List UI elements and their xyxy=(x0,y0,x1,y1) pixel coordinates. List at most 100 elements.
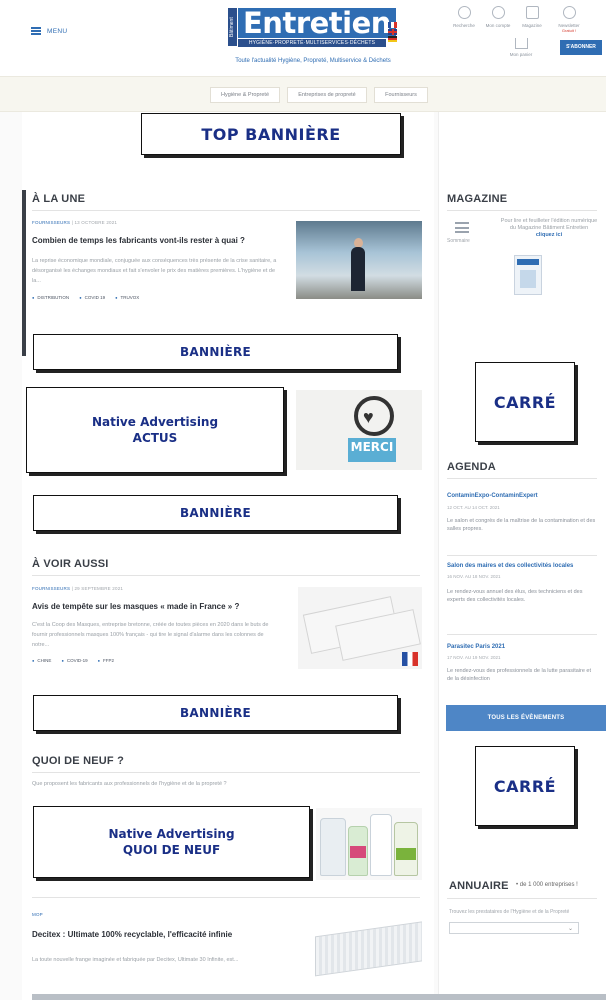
banner-label: BANNIÈRE xyxy=(179,506,252,520)
agenda-event-title[interactable]: Salon des maires et des collectivités lo… xyxy=(447,563,573,569)
article-image-masks[interactable] xyxy=(298,587,422,669)
account-button[interactable]: Mon compte xyxy=(482,6,514,28)
newsletter-button[interactable]: Newsletter Gratuit ! xyxy=(553,6,585,33)
article-headline[interactable]: Decitex : Ultimate 100% recyclable, l'ef… xyxy=(32,930,292,939)
sidebar-column xyxy=(438,112,606,1000)
search-label: Recherche xyxy=(453,23,475,28)
agenda-event-date: 12 OCT. AU 14 OCT. 2021 xyxy=(447,505,500,510)
magazine-button[interactable]: Magazine xyxy=(516,6,548,28)
section-divider xyxy=(32,210,420,211)
tab-entreprises-proprete[interactable]: Entreprises de propreté xyxy=(287,87,367,103)
article-date: 13 OCTOBRE 2021 xyxy=(74,220,118,225)
tag-link[interactable]: COVID-19 xyxy=(61,658,88,663)
tag-link[interactable]: TRUVOX xyxy=(115,295,140,300)
section-title-quoi-de-neuf: QUOI DE NEUF ? xyxy=(32,755,125,767)
menu-label: MENU xyxy=(47,27,68,35)
square-ad-label: CARRÉ xyxy=(493,776,557,796)
agenda-event-desc: Le rendez-vous des professionnels de la … xyxy=(447,668,592,682)
agenda-event-desc: Le salon et congrès de la maîtrise de la… xyxy=(447,518,596,532)
site-tagline: Toute l'actualité Hygiène, Propreté, Mul… xyxy=(235,58,391,64)
section-divider xyxy=(32,575,420,576)
article-image-laboratory[interactable] xyxy=(296,221,422,299)
site-logo[interactable]: Bâtiment Entretien HYGIÈNE·PROPRETÉ·MULT… xyxy=(228,8,398,58)
banner-placeholder[interactable]: BANNIÈRE xyxy=(33,334,398,370)
article-headline[interactable]: Combien de temps les fabricants vont-ils… xyxy=(32,236,292,245)
section-divider xyxy=(447,555,597,556)
menu-button[interactable]: MENU xyxy=(31,27,67,35)
article-date: 29 SEPTEMBRE 2021 xyxy=(74,586,124,591)
summary-icon[interactable] xyxy=(455,222,469,233)
logo-side-text: Bâtiment xyxy=(228,8,237,46)
all-events-button[interactable]: TOUS LES ÉVÈNEMENTS xyxy=(446,705,606,731)
article-meta: FOURNISSEURS | 13 OCTOBRE 2021 xyxy=(32,220,118,225)
left-edge-strip xyxy=(22,190,26,356)
tag-link[interactable]: CHINE xyxy=(32,658,51,663)
tab-fournisseurs[interactable]: Fournisseurs xyxy=(374,87,428,103)
article-category[interactable]: FOURNISSEURS xyxy=(32,586,70,591)
banner-placeholder[interactable]: BANNIÈRE xyxy=(33,495,398,531)
article-category[interactable]: MOP xyxy=(32,912,43,917)
agenda-event-title[interactable]: Parasitec Paris 2021 xyxy=(447,644,505,650)
article-excerpt: C'est la Coop des Masques, entreprise br… xyxy=(32,622,269,648)
tag-link[interactable]: COVID 19 xyxy=(79,295,106,300)
flag-fr-icon[interactable] xyxy=(388,22,397,28)
article-excerpt: La reprise économique mondiale, conjugué… xyxy=(32,258,277,284)
flag-uk-icon[interactable] xyxy=(388,29,397,35)
native-ad-label: Native Advertising xyxy=(91,415,219,429)
magazine-description: Pour lire et feuilleter l'édition numéri… xyxy=(500,218,598,231)
article-image-bottles[interactable] xyxy=(316,808,422,880)
subscribe-button[interactable]: S'ABONNER xyxy=(560,40,602,55)
section-divider xyxy=(32,897,420,898)
agenda-event-date: 17 NOV. AU 19 NOV. 2021 xyxy=(447,655,501,660)
sidebar-title-agenda: AGENDA xyxy=(447,461,496,473)
cart-button[interactable]: Mon panier xyxy=(505,38,537,57)
magazine-link[interactable]: cliquez ici xyxy=(536,232,562,238)
native-ad-sublabel: ACTUS xyxy=(132,431,178,445)
magazine-label: Magazine xyxy=(522,23,542,28)
hamburger-icon xyxy=(31,27,41,35)
logo-wordmark: Entretien xyxy=(238,8,396,38)
language-flags xyxy=(388,22,397,43)
magazine-icon xyxy=(525,6,539,19)
article-image-merci[interactable]: ♥ MERCI xyxy=(296,390,422,470)
tag-link[interactable]: FFP2 xyxy=(98,658,114,663)
logo-subtitle: HYGIÈNE·PROPRETÉ·MULTISERVICES·DÉCHETS xyxy=(238,39,386,47)
square-ad-placeholder[interactable]: CARRÉ xyxy=(475,746,575,826)
banner-label: BANNIÈRE xyxy=(179,345,252,359)
article-tags: CHINE COVID-19 FFP2 xyxy=(32,658,114,663)
native-ad-actus-placeholder[interactable]: Native Advertising ACTUS xyxy=(26,387,284,473)
native-ad-label: Native Advertising xyxy=(108,827,235,841)
magazine-text: Pour lire et feuilleter l'édition numéri… xyxy=(500,218,598,239)
agenda-event-title[interactable]: ContaminExpo-ContaminExpert xyxy=(447,493,538,499)
banner-placeholder[interactable]: BANNIÈRE xyxy=(33,695,398,731)
user-icon xyxy=(491,6,505,19)
native-ad-quoi-de-neuf-placeholder[interactable]: Native Advertising QUOI DE NEUF xyxy=(33,806,310,878)
mop-shape xyxy=(315,919,422,977)
merci-board: MERCI xyxy=(348,438,396,462)
article-image-mop[interactable] xyxy=(300,908,422,988)
french-flag-icon xyxy=(402,652,418,666)
account-label: Mon compte xyxy=(485,23,511,28)
bottle-label xyxy=(396,848,416,860)
banner-label: BANNIÈRE xyxy=(179,706,252,720)
flag-de-icon[interactable] xyxy=(388,36,397,42)
site-header: MENU Bâtiment Entretien HYGIÈNE·PROPRETÉ… xyxy=(0,0,606,75)
article-headline[interactable]: Avis de tempête sur les masques « made i… xyxy=(32,602,292,611)
top-banner-placeholder[interactable]: TOP BANNIÈRE xyxy=(141,113,401,155)
sidebar-title-magazine: MAGAZINE xyxy=(447,193,508,205)
summary-label[interactable]: Sommaire xyxy=(447,238,470,244)
bottle-shape xyxy=(370,814,392,876)
article-tags: DISTRIBUTION COVID 19 TRUVOX xyxy=(32,295,139,300)
top-banner-label: TOP BANNIÈRE xyxy=(201,124,341,144)
tab-hygiene-proprete[interactable]: Hygiène & Propreté xyxy=(210,87,280,103)
search-button[interactable]: Recherche xyxy=(448,6,480,28)
article-category[interactable]: FOURNISSEURS xyxy=(32,220,70,225)
square-ad-placeholder[interactable]: CARRÉ xyxy=(475,362,575,442)
bottom-scroll-bar xyxy=(32,994,606,1000)
person-figure xyxy=(351,247,365,291)
annuaire-select[interactable]: ⌄ xyxy=(449,922,579,934)
bottle-label xyxy=(350,846,366,858)
magazine-cover-image[interactable] xyxy=(514,255,542,295)
tag-link[interactable]: DISTRIBUTION xyxy=(32,295,69,300)
section-divider xyxy=(447,634,597,635)
